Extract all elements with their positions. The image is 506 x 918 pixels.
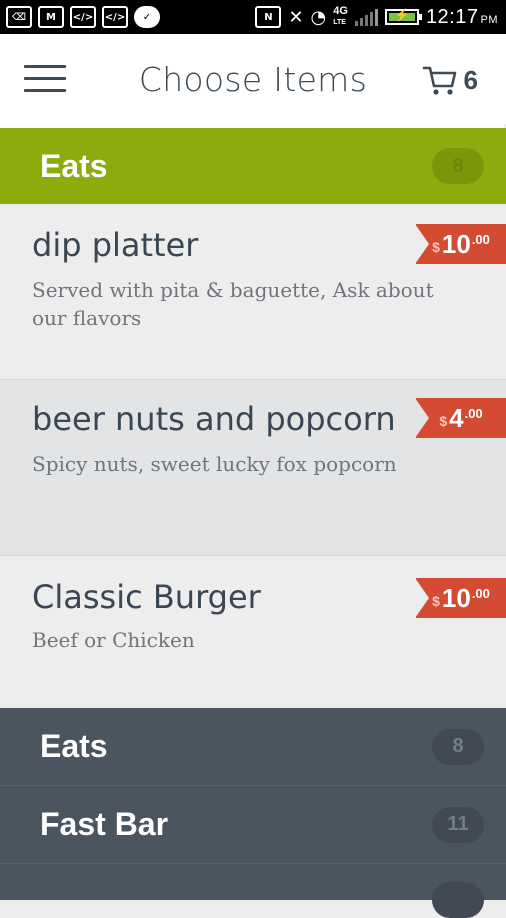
wifi-icon: ◔	[310, 6, 327, 28]
item-name: Classic Burger	[32, 578, 261, 616]
menu-item-beer-nuts-and-popcorn[interactable]: beer nuts and popcorn Spicy nuts, sweet …	[0, 380, 506, 556]
menu-item-classic-burger[interactable]: Classic Burger Beef or Chicken $10.00	[0, 556, 506, 708]
category-row-partial[interactable]	[0, 864, 506, 918]
network-type: 4G LTE	[333, 5, 348, 27]
category-name: Eats	[40, 728, 108, 764]
category-count-badge: 8	[432, 148, 484, 184]
category-name: Fast Bar	[40, 806, 169, 842]
check-icon: ✓	[134, 6, 160, 28]
item-description: Spicy nuts, sweet lucky fox popcorn	[32, 452, 397, 476]
price-tag: $4.00	[415, 398, 506, 438]
notification-icons: ⌫ M </> </> ✓	[0, 6, 160, 28]
category-name: Eats	[40, 147, 108, 184]
code-icon: </>	[70, 6, 96, 28]
nfc-icon: N	[255, 6, 282, 28]
price-tag: $10.00	[415, 578, 506, 618]
item-description: Served with pita & baguette, Ask about o…	[32, 278, 434, 330]
battery-icon: ⚡	[384, 8, 422, 25]
vibrate-off-icon: ✕	[288, 6, 304, 28]
system-icons: N ✕ ◔ 4G LTE ⚡ 12:17 PM	[255, 6, 506, 29]
item-name: beer nuts and popcorn	[32, 400, 396, 438]
status-bar: ⌫ M </> </> ✓ N ✕ ◔ 4G LTE ⚡ 12:17 PM	[0, 0, 506, 34]
category-header-eats[interactable]: Eats 8	[0, 128, 506, 204]
cart-button[interactable]: 6	[422, 62, 478, 98]
cart-icon	[422, 66, 456, 95]
signal-icon	[354, 8, 378, 26]
code-icon-2: </>	[102, 6, 128, 28]
cart-count: 6	[463, 64, 478, 95]
back-arrow-icon: ⌫	[6, 6, 32, 28]
price-tag: $10.00	[415, 224, 506, 264]
category-count-badge: 8	[432, 728, 484, 765]
category-row-eats[interactable]: Eats 8	[0, 708, 506, 786]
menu-item-dip-platter[interactable]: dip platter Served with pita & baguette,…	[0, 204, 506, 380]
item-name: dip platter	[32, 226, 199, 264]
clock: 12:17 PM	[425, 5, 498, 28]
category-count-badge: 11	[432, 806, 484, 843]
category-row-fast-bar[interactable]: Fast Bar 11	[0, 786, 506, 864]
app-bar: Choose Items 6	[0, 34, 506, 124]
gmail-icon: M	[38, 6, 64, 28]
category-count-badge	[432, 882, 484, 918]
item-description: Beef or Chicken	[32, 628, 195, 652]
